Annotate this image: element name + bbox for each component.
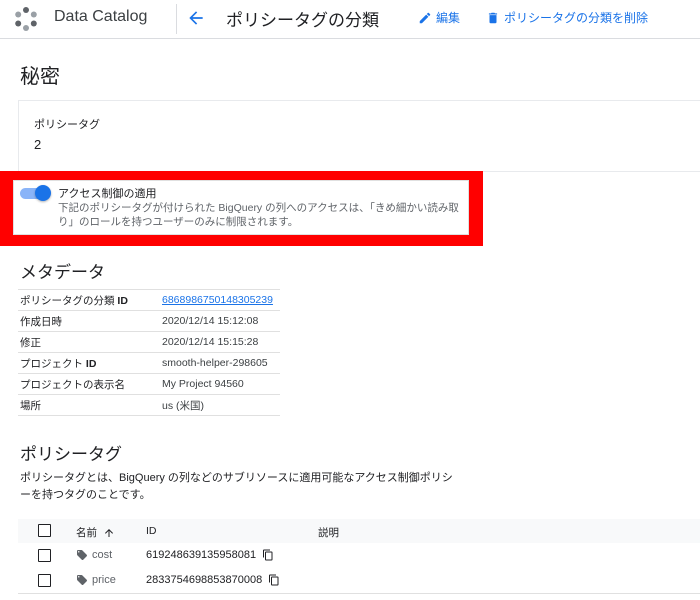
metadata-value: 2020/12/14 15:15:28 — [160, 331, 280, 353]
tag-icon — [77, 550, 88, 561]
policy-tags-table-header: 名前 ID 説明 — [18, 519, 700, 544]
delete-taxonomy-button[interactable]: ポリシータグの分類を削除 — [486, 9, 648, 26]
metadata-table: ポリシータグの分類 ID 6868986750148305239 作成日時 2020/… — [18, 289, 280, 416]
metadata-value: us (米国) — [160, 394, 280, 416]
tag-icon — [77, 575, 88, 586]
header-divider — [176, 4, 177, 34]
metadata-row: 修正 2020/12/14 15:15:28 — [18, 331, 280, 353]
app-title: Data Catalog — [54, 8, 148, 25]
select-all-checkbox[interactable] — [38, 524, 51, 537]
description-column-header: 説明 — [318, 527, 339, 539]
policy-tags-heading: ポリシータグ — [20, 445, 122, 464]
metadata-heading: メタデータ — [20, 263, 105, 282]
policy-tag-id: 619248639135958081 — [146, 549, 274, 561]
access-control-title: アクセス制御の適用 — [58, 188, 157, 200]
policy-tag-id: 2833754698853870008 — [146, 574, 280, 586]
sort-arrow-up-icon — [105, 528, 113, 537]
policy-tag-row: cost 619248639135958081 — [18, 543, 700, 569]
edit-button[interactable]: 編集 — [418, 9, 460, 26]
id-column-header: ID — [146, 525, 157, 537]
metadata-value: smooth-helper-298605 — [160, 352, 280, 374]
copy-icon[interactable] — [262, 549, 274, 561]
policy-tag-name[interactable]: cost — [76, 549, 112, 561]
row-checkbox[interactable] — [38, 574, 51, 587]
trash-icon — [488, 12, 498, 23]
policy-tag-name[interactable]: price — [76, 574, 116, 586]
delete-label: ポリシータグの分類を削除 — [504, 11, 649, 25]
metadata-key: ポリシータグの分類 ID — [18, 289, 160, 311]
data-catalog-logo-icon — [15, 7, 37, 31]
taxonomy-name: 秘密 — [20, 66, 60, 88]
access-control-description: 下記のポリシータグが付けられた BigQuery の列へのアクセスは、「きめ細か… — [58, 202, 459, 228]
metadata-key: 場所 — [18, 394, 160, 416]
metadata-row: プロジェクトの表示名 My Project 94560 — [18, 373, 280, 395]
policy-tag-count-value: 2 — [34, 137, 42, 152]
policy-tag-name-text: cost — [92, 549, 113, 561]
policy-tag-id-text: 619248639135958081 — [146, 549, 257, 561]
metadata-key: プロジェクト ID — [18, 352, 160, 374]
metadata-key: 作成日時 — [18, 310, 160, 332]
pencil-icon — [419, 12, 431, 23]
policy-tag-count-card — [18, 100, 700, 172]
metadata-value: My Project 94560 — [160, 373, 280, 395]
back-arrow-icon[interactable] — [186, 8, 206, 28]
page-title: ポリシータグの分類 — [226, 11, 379, 30]
policy-tag-row: price 2833754698853870008 — [18, 568, 700, 594]
metadata-row: ポリシータグの分類 ID 6868986750148305239 — [18, 289, 280, 311]
taxonomy-id-link[interactable]: 6868986750148305239 — [162, 294, 273, 306]
policy-tag-count-label: ポリシータグ — [34, 119, 100, 131]
enforce-access-control-toggle[interactable] — [19, 184, 51, 202]
toggle-thumb — [35, 185, 51, 201]
metadata-key: 修正 — [18, 331, 160, 353]
policy-tags-description: ポリシータグとは、BigQuery の列などのサブリソースに適用可能なアクセス制… — [20, 472, 453, 501]
name-column-label: 名前 — [76, 527, 97, 539]
row-checkbox[interactable] — [38, 549, 51, 562]
policy-tag-id-text: 2833754698853870008 — [146, 574, 263, 586]
copy-icon[interactable] — [268, 574, 280, 586]
metadata-key: プロジェクトの表示名 — [18, 373, 160, 395]
metadata-value: 2020/12/14 15:12:08 — [160, 310, 280, 332]
metadata-value[interactable]: 6868986750148305239 — [160, 289, 280, 311]
top-app-bar: Data Catalog ポリシータグの分類 編集 ポリシータグの分類を削除 — [0, 0, 700, 39]
name-column-header[interactable]: 名前 — [76, 525, 115, 540]
edit-label: 編集 — [436, 11, 461, 25]
metadata-row: 作成日時 2020/12/14 15:12:08 — [18, 310, 280, 332]
policy-tag-name-text: price — [92, 574, 116, 586]
metadata-row: プロジェクト ID smooth-helper-298605 — [18, 352, 280, 374]
metadata-row: 場所 us (米国) — [18, 394, 280, 416]
